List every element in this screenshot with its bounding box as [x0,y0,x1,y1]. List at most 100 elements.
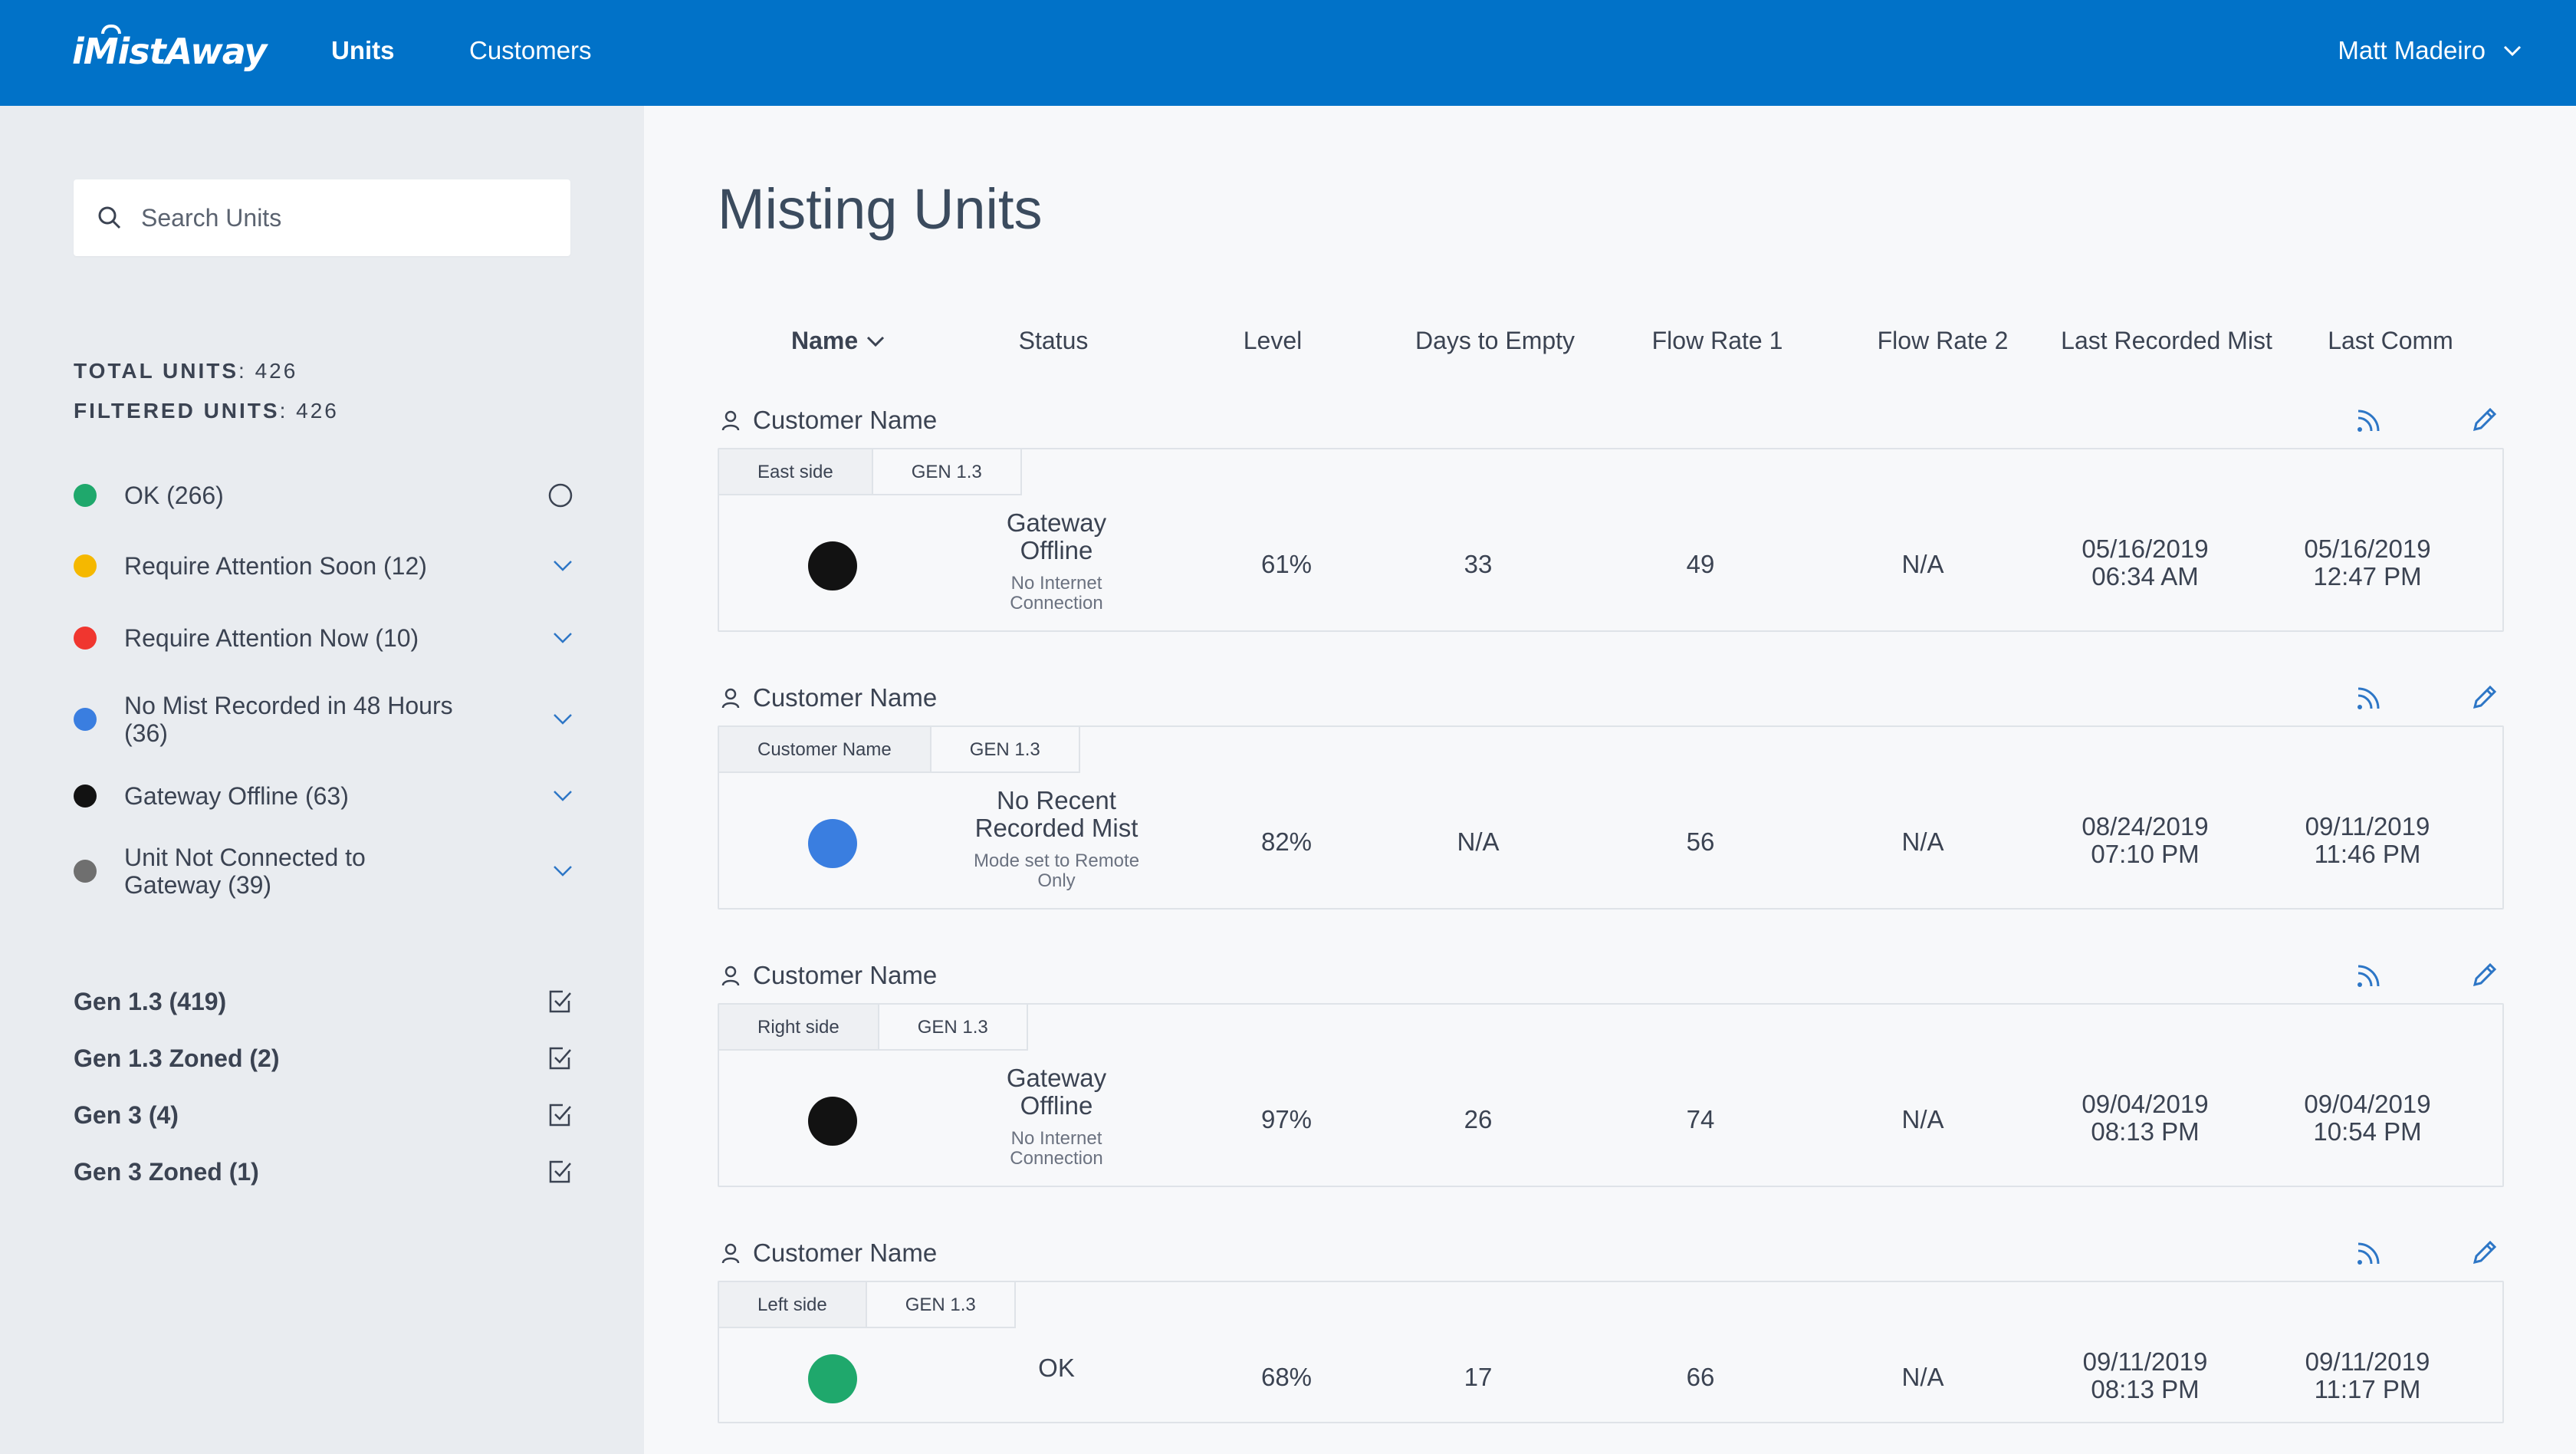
status-dot [74,860,97,883]
customer-name[interactable]: Customer Name [753,1239,937,1268]
unit-card[interactable]: Right side GEN 1.3 Gateway Offline No In… [718,1003,2504,1187]
mist-time: 07:10 PM [2091,840,2200,868]
checkbox-checked-icon[interactable] [547,989,573,1015]
gen-filter-gen13-zoned[interactable]: Gen 1.3 Zoned (2) [74,1041,573,1075]
unit-gen-tag: GEN 1.3 [879,1005,1028,1051]
column-header-name[interactable]: Name [791,327,886,355]
chevron-down-icon[interactable] [552,559,573,573]
status-dot [74,785,97,808]
column-header-label: Name [791,327,859,354]
unit-status-sub: No Internet Connection [1010,573,1103,614]
unit-status-dot [808,1354,857,1403]
checkbox-checked-icon[interactable] [547,1102,573,1128]
mist-time: 08:13 PM [2091,1375,2200,1403]
unit-flow-rate-2: N/A [1901,1363,1944,1391]
user-icon [721,410,740,431]
unit-flow-rate-2: N/A [1901,550,1944,578]
edit-pencil-icon[interactable] [2470,960,2499,989]
unit-last-comm: 05/16/2019 12:47 PM [2268,535,2467,590]
checkbox-checked-icon[interactable] [547,1045,573,1071]
status-filter-attention-soon[interactable]: Require Attention Soon (12) [74,543,573,589]
mist-date: 09/11/2019 [2082,1347,2208,1376]
column-header-status[interactable]: Status [938,327,1168,355]
total-units: TOTAL UNITS: 426 [74,359,298,383]
user-icon [721,688,740,709]
column-header-level[interactable]: Level [1196,327,1349,355]
search-input[interactable] [141,203,555,232]
unit-status-cell: Gateway Offline No Internet Connection [972,1064,1141,1169]
gen-filter-gen3-zoned[interactable]: Gen 3 Zoned (1) [74,1155,573,1189]
unit-last-recorded-mist: 09/11/2019 08:13 PM [2045,1348,2245,1403]
water-drop-icon [101,25,121,34]
chevron-down-icon[interactable] [552,864,573,878]
unit-flow-rate-1: 49 [1686,550,1715,578]
unit-status-main: Gateway Offline [1006,508,1107,564]
gen-filter-gen13[interactable]: Gen 1.3 (419) [74,985,573,1018]
unit-last-comm: 09/11/2019 11:17 PM [2268,1348,2467,1403]
status-filter-gateway-offline[interactable]: Gateway Offline (63) [74,773,573,819]
chevron-down-icon[interactable] [552,789,573,803]
unit-status-main: No Recent Recorded Mist [974,786,1138,842]
unit-level: 97% [1260,1105,1313,1133]
nav-customers[interactable]: Customers [469,34,592,67]
status-dot [74,554,97,577]
mist-date: 09/04/2019 [2082,1090,2209,1118]
column-header-flow-rate-1[interactable]: Flow Rate 1 [1602,327,1832,355]
unit-status-sub: No Internet Connection [1010,1128,1103,1169]
unit-tags: East side GEN 1.3 [719,449,1022,495]
chevron-down-icon [867,336,885,347]
column-header-last-recorded-mist[interactable]: Last Recorded Mist [2036,327,2297,355]
comm-date: 09/11/2019 [2305,812,2430,840]
column-header-days-to-empty[interactable]: Days to Empty [1380,327,1610,355]
column-header-flow-rate-2[interactable]: Flow Rate 2 [1828,327,2058,355]
unit-tags: Customer Name GEN 1.3 [719,727,1080,773]
customer-name[interactable]: Customer Name [753,406,937,435]
mist-time: 06:34 AM [2091,562,2199,590]
gen-label: Gen 1.3 (419) [74,987,227,1015]
chevron-down-icon[interactable] [552,712,573,726]
edit-pencil-icon[interactable] [2470,405,2499,434]
signal-feed-icon[interactable] [2355,406,2383,434]
unit-card[interactable]: Customer Name GEN 1.3 No Recent Recorded… [718,725,2504,910]
nav-units[interactable]: Units [331,34,395,67]
customer-name[interactable]: Customer Name [753,961,937,990]
unit-level: 82% [1260,827,1313,856]
unit-location-tag: Left side [719,1282,867,1328]
status-filter-attention-now[interactable]: Require Attention Now (10) [74,615,573,661]
checkbox-checked-icon[interactable] [547,1159,573,1185]
search-box[interactable] [74,179,570,256]
unit-card[interactable]: Left side GEN 1.3 OK 68% 17 66 N/A 09/11… [718,1281,2504,1423]
unit-card[interactable]: East side GEN 1.3 Gateway Offline No Int… [718,448,2504,632]
signal-feed-icon[interactable] [2355,1239,2383,1267]
unit-days-to-empty: N/A [1457,827,1500,856]
edit-pencil-icon[interactable] [2470,1238,2499,1267]
chevron-down-icon [2503,45,2522,57]
user-menu[interactable]: Matt Madeiro [2338,34,2522,67]
unit-level: 61% [1260,550,1313,578]
user-name: Matt Madeiro [2338,36,2486,64]
unit-status-cell: Gateway Offline No Internet Connection [972,509,1141,614]
customer-header: Customer Name [721,403,2507,437]
status-filter-not-connected[interactable]: Unit Not Connected to Gateway (39) [74,840,573,902]
comm-date: 09/04/2019 [2304,1090,2431,1118]
status-filter-no-mist[interactable]: No Mist Recorded in 48 Hours (36) [74,689,573,750]
edit-pencil-icon[interactable] [2470,683,2499,712]
radio-icon[interactable] [547,482,573,508]
unit-status-dot [808,819,857,868]
customer-name[interactable]: Customer Name [753,683,937,712]
search-icon [98,206,121,229]
unit-last-comm: 09/04/2019 10:54 PM [2268,1090,2467,1146]
gen-filter-gen3[interactable]: Gen 3 (4) [74,1098,573,1132]
total-units-label: TOTAL UNITS [74,359,238,383]
filtered-units-value: 426 [296,399,339,423]
status-label: Gateway Offline (63) [124,782,349,810]
unit-flow-rate-2: N/A [1901,1105,1944,1133]
signal-feed-icon[interactable] [2355,962,2383,989]
status-filter-ok[interactable]: OK (266) [74,472,573,518]
column-header-last-comm[interactable]: Last Comm [2275,327,2505,355]
page-title: Misting Units [718,177,1043,241]
signal-feed-icon[interactable] [2355,684,2383,712]
app-logo[interactable]: iMistAway [72,25,267,75]
chevron-down-icon[interactable] [552,631,573,645]
filtered-units-label: FILTERED UNITS [74,399,280,423]
